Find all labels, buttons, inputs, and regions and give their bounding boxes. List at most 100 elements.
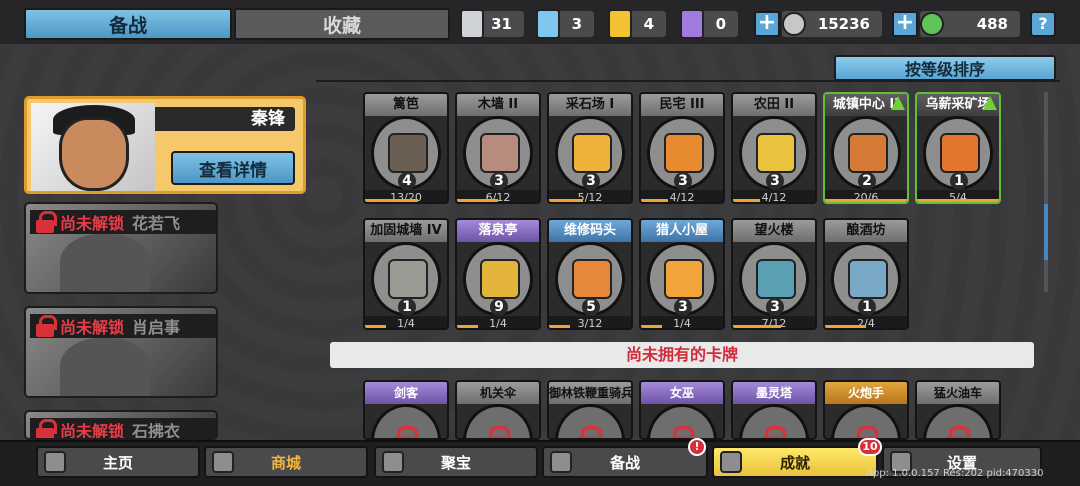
cards-icon	[550, 451, 572, 473]
tab-prepare[interactable]: 备战	[24, 8, 232, 40]
card-title: 木墙 II	[457, 94, 539, 116]
hero-card-locked[interactable]: 尚未解锁 石拂衣	[24, 410, 218, 440]
lock-status: 尚未解锁	[60, 422, 125, 440]
card-title: 机关伞	[457, 382, 539, 404]
progress-bar	[825, 325, 866, 328]
silver-shield-icon	[460, 9, 484, 39]
lock-icon	[36, 315, 57, 337]
lock-icon	[36, 419, 57, 438]
resource-blue-crystal: 3	[536, 9, 594, 39]
scrollbar[interactable]	[1044, 92, 1048, 292]
card-title: 御林铁鞭重骑兵	[549, 382, 631, 404]
card-title: 农田 II	[733, 94, 815, 116]
view-details-button[interactable]: 查看详情	[171, 151, 295, 185]
building-card[interactable]: 民宅 III 3 4/12	[639, 92, 725, 204]
building-card[interactable]: 加固城墙 IV 1 1/4	[363, 218, 449, 330]
nav-treasure[interactable]: 聚宝	[374, 446, 538, 478]
card-title: 落泉亭	[457, 220, 539, 242]
currency-value: 488	[976, 15, 1008, 33]
tab-collection[interactable]: 收藏	[234, 8, 450, 40]
card-level: 3	[674, 298, 692, 316]
building-card[interactable]: 木墙 II 3 6/12	[455, 92, 541, 204]
progress-bar	[549, 325, 570, 328]
building-card[interactable]: 机关伞	[455, 380, 541, 440]
nav-label: 聚宝	[440, 453, 471, 472]
coins-icon	[212, 451, 234, 473]
building-card[interactable]: 女巫	[639, 380, 725, 440]
building-card[interactable]: 墨灵塔	[731, 380, 817, 440]
building-card[interactable]: 城镇中心 II 2 20/6	[823, 92, 909, 204]
currency-silver: 15236	[782, 11, 882, 37]
building-card[interactable]: 乌薪采矿场 1 5/4	[915, 92, 1001, 204]
resource-gold-shield: 4	[608, 9, 666, 39]
building-card[interactable]: 农田 II 3 4/12	[731, 92, 817, 204]
building-icon	[480, 259, 520, 299]
resource-silver-shield: 31	[460, 9, 524, 39]
progress-bar	[365, 325, 386, 328]
building-icon	[940, 133, 980, 173]
card-level: 3	[582, 172, 600, 190]
resource-purple-shield: 0	[680, 9, 738, 39]
card-title: 猎人小屋	[641, 220, 723, 242]
building-card[interactable]: 酿酒坊 1 2/4	[823, 218, 909, 330]
building-icon	[664, 133, 704, 173]
card-level: 1	[858, 298, 876, 316]
building-card[interactable]: 猎人小屋 3 1/4	[639, 218, 725, 330]
building-card[interactable]: 御林铁鞭重骑兵	[547, 380, 633, 440]
nav-coins[interactable]: 商城	[204, 446, 368, 478]
resource-value: 0	[715, 15, 726, 33]
unowned-cards-header: 尚未拥有的卡牌	[330, 342, 1034, 368]
building-card[interactable]: 篱笆 4 13/20	[363, 92, 449, 204]
nav-home[interactable]: 主页	[36, 446, 200, 478]
upgrade-arrow-icon	[891, 96, 905, 110]
scrollbar-thumb[interactable]	[1044, 204, 1048, 260]
nav-label: 成就	[779, 453, 810, 472]
building-card[interactable]: 剑客	[363, 380, 449, 440]
grid-icon	[720, 451, 742, 473]
lock-icon	[393, 425, 419, 438]
nav-label: 备战	[609, 453, 640, 472]
building-card[interactable]: 落泉亭 9 1/4	[455, 218, 541, 330]
progress-bar	[549, 199, 584, 202]
blue-crystal-icon	[536, 9, 560, 39]
progress-bar	[365, 199, 419, 202]
add-gem-button[interactable]: +	[892, 11, 918, 37]
hero-name: 花若飞	[132, 214, 181, 233]
hero-portrait	[31, 103, 155, 191]
lock-bar: 尚未解锁 花若飞	[30, 210, 216, 234]
gold-shield-icon	[608, 9, 632, 39]
progress-bar	[641, 325, 662, 328]
building-card[interactable]: 维修码头 5 3/12	[547, 218, 633, 330]
hero-silhouette	[60, 234, 150, 292]
hero-card-locked[interactable]: 尚未解锁 花若飞	[24, 202, 218, 294]
building-icon	[572, 259, 612, 299]
add-silver-button[interactable]: +	[754, 11, 780, 37]
building-card[interactable]: 火炮手	[823, 380, 909, 440]
card-level: 3	[674, 172, 692, 190]
hero-name: 石拂衣	[132, 422, 181, 440]
purple-shield-icon	[680, 9, 704, 39]
sort-by-level-button[interactable]: 按等级排序	[834, 55, 1056, 81]
currency-gem: 488	[920, 11, 1020, 37]
building-card[interactable]: 望火楼 3 7/12	[731, 218, 817, 330]
progress-bar	[641, 199, 669, 202]
help-button[interactable]: ?	[1030, 11, 1056, 37]
progress-bar	[457, 325, 478, 328]
card-level: 3	[490, 172, 508, 190]
building-card[interactable]: 采石场 I 3 5/12	[547, 92, 633, 204]
card-title: 采石场 I	[549, 94, 631, 116]
building-icon	[480, 133, 520, 173]
building-icon	[848, 133, 888, 173]
lock-status: 尚未解锁	[60, 214, 125, 233]
hero-card-locked[interactable]: 尚未解锁 肖启事	[24, 306, 218, 398]
hero-card-selected[interactable]: 秦锋 查看详情	[24, 96, 306, 194]
building-card[interactable]: 猛火油车	[915, 380, 1001, 440]
building-icon	[664, 259, 704, 299]
home-icon	[44, 451, 66, 473]
nav-cards[interactable]: 备战	[542, 446, 708, 478]
treasure-icon	[382, 451, 404, 473]
building-icon	[756, 259, 796, 299]
building-icon	[388, 259, 428, 299]
nav-grid[interactable]: 成就	[712, 446, 878, 478]
card-level: 3	[766, 172, 784, 190]
